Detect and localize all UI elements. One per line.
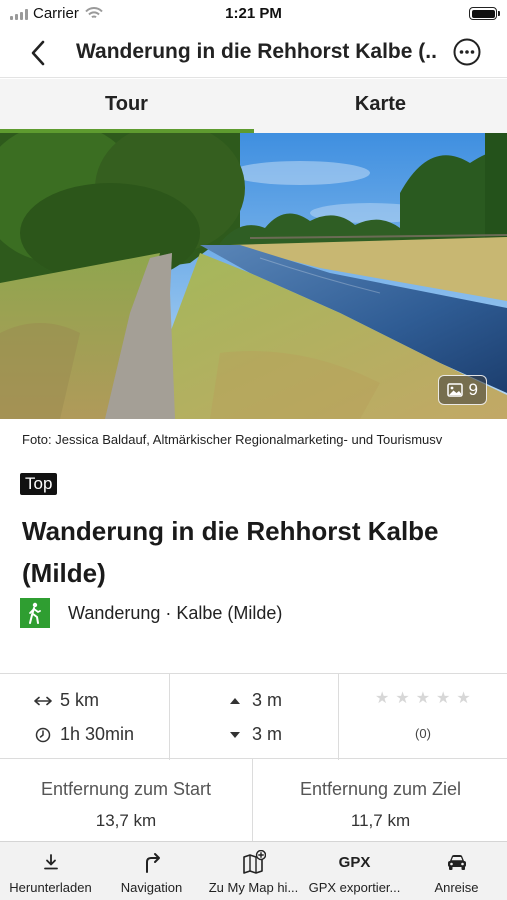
distance-end-label: Entfernung zum Ziel	[299, 779, 462, 799]
ascent-value: 3 m	[252, 690, 283, 710]
image-icon	[446, 383, 463, 397]
arrival-label: Anreise	[434, 880, 479, 895]
stats-elevation: 3 m 3 m	[170, 674, 339, 760]
back-button[interactable]	[24, 38, 54, 68]
star-icon: ★	[415, 690, 431, 707]
star-icon: ★	[456, 690, 471, 707]
distance-value: 5 km	[60, 690, 100, 710]
add-to-map-label: Zu My Map hi...	[208, 880, 299, 895]
category-text: Wanderung · Kalbe (Milde)	[68, 602, 283, 623]
gpx-export-button[interactable]: GPX GPX exportier...	[304, 842, 405, 900]
star-icon: ★	[436, 690, 451, 707]
gpx-export-label: GPX exportier...	[308, 880, 401, 895]
clock-icon	[32, 727, 54, 743]
download-label: Herunterladen	[9, 880, 92, 895]
triangle-down-icon	[224, 731, 246, 739]
status-bar: Carrier 1:21 PM	[0, 0, 507, 28]
more-options-button[interactable]	[453, 38, 481, 66]
navigation-button[interactable]: Navigation	[101, 842, 202, 900]
tour-title: Wanderung in die Rehhorst Kalbe (Milde)	[22, 516, 439, 588]
triangle-up-icon	[224, 697, 246, 705]
hiker-icon	[20, 598, 50, 628]
nav-title: Wanderung in die Rehhorst Kalbe (...	[76, 40, 438, 63]
more-circle-icon	[453, 38, 481, 66]
hero-image[interactable]: 9	[0, 133, 507, 419]
star-icon: ★	[375, 690, 390, 707]
gpx-icon: GPX	[338, 853, 371, 871]
photo-credit: Foto: Jessica Baldauf, Altmärkischer Reg…	[22, 432, 443, 447]
bottom-action-bar: Herunterladen Navigation Zu My Map hi...…	[0, 841, 507, 900]
distance-panel: Entfernung zum Start 13,7 km Entfernung …	[0, 759, 507, 841]
stats-rating[interactable]: ★ ★ ★ ★ ★ (0)	[339, 674, 507, 760]
distance-end-value: 11,7 km	[350, 811, 411, 830]
arrival-button[interactable]: Anreise	[406, 842, 507, 900]
download-button[interactable]: Herunterladen	[0, 842, 101, 900]
stats-length-duration: 5 km 1h 30min	[0, 674, 170, 760]
status-time: 1:21 PM	[225, 5, 282, 22]
distance-to-start: Entfernung zum Start 13,7 km	[0, 759, 253, 841]
distance-to-end: Entfernung zum Ziel 11,7 km	[254, 759, 507, 841]
stats-panel: 5 km 1h 30min 3 m 3 m ★ ★ ★ ★ ★ (0)	[0, 673, 507, 760]
turn-right-arrow-icon	[145, 853, 160, 873]
descent-value: 3 m	[252, 724, 283, 744]
top-badge: Top	[20, 473, 58, 495]
ascent-stat: 3 m	[224, 690, 282, 711]
car-icon	[447, 855, 466, 870]
rating-count: (0)	[415, 726, 431, 741]
tab-tour[interactable]: Tour	[0, 79, 253, 133]
landscape-photo	[0, 133, 507, 419]
navigation-bar: Wanderung in die Rehhorst Kalbe (...	[0, 28, 507, 78]
duration-value: 1h 30min	[60, 724, 135, 744]
navigation-label: Navigation	[120, 880, 183, 895]
image-count: 9	[468, 380, 478, 399]
tab-karte[interactable]: Karte	[254, 79, 507, 133]
star-icon: ★	[395, 690, 410, 707]
chevron-left-icon	[31, 40, 45, 66]
category-row: Wanderung · Kalbe (Milde)	[20, 598, 282, 628]
add-to-map-icon	[242, 850, 266, 874]
download-icon	[43, 854, 58, 870]
add-to-my-map-button[interactable]: Zu My Map hi...	[203, 842, 304, 900]
distance-start-value: 13,7 km	[95, 811, 157, 830]
descent-stat: 3 m	[224, 724, 282, 745]
rating-stars: ★ ★ ★ ★ ★	[375, 688, 471, 708]
horizontal-arrows-icon	[32, 696, 54, 706]
tab-bar: Tour Karte	[0, 79, 507, 133]
duration-stat: 1h 30min	[32, 724, 134, 745]
battery-icon	[469, 7, 500, 20]
gallery-count-badge[interactable]: 9	[437, 375, 487, 405]
distance-start-label: Entfernung zum Start	[40, 779, 212, 799]
distance-stat: 5 km	[32, 690, 99, 711]
